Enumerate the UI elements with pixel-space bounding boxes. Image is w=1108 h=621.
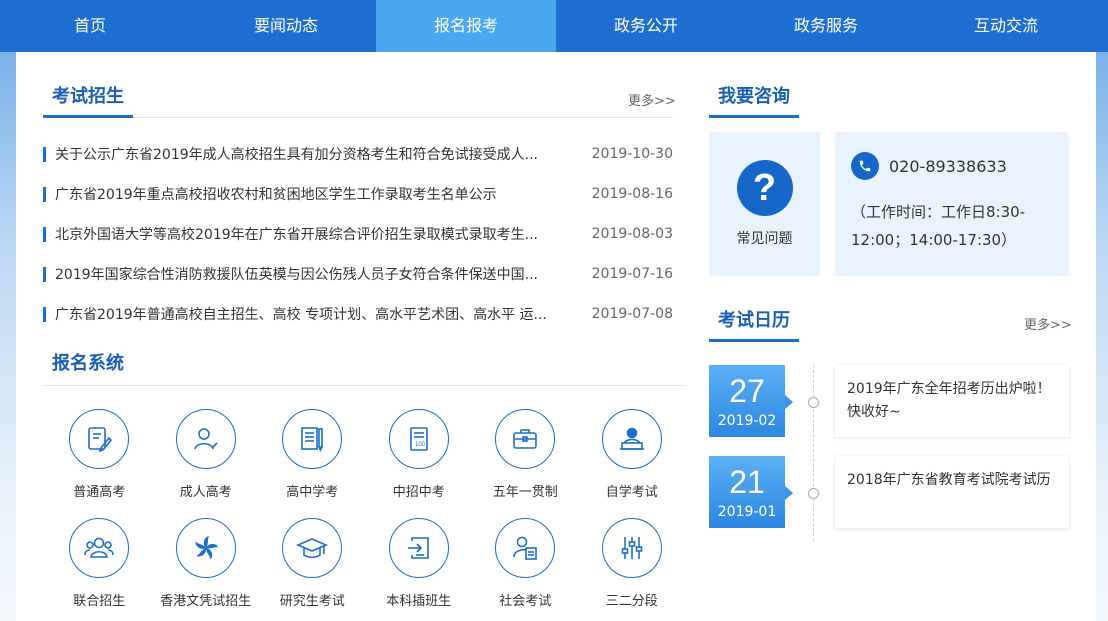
system-label: 本科插班生 bbox=[386, 594, 452, 609]
nav-news[interactable]: 要闻动态 bbox=[196, 0, 376, 52]
timeline-dot bbox=[808, 488, 819, 499]
svg-text:100: 100 bbox=[415, 442, 426, 448]
event-day: 21 bbox=[729, 464, 765, 500]
exam-recruit-divider bbox=[43, 117, 673, 118]
event-month: 2019-02 bbox=[717, 413, 777, 429]
news-title[interactable]: 广东省2019年重点高校招收农村和贫困地区学生工作录取考生名单公示 bbox=[55, 184, 555, 204]
document-pen-icon bbox=[69, 409, 130, 469]
nav-registration[interactable]: 报名报考 bbox=[376, 0, 556, 52]
calendar-title: 考试日历 bbox=[718, 310, 790, 331]
system-transfer-student[interactable]: 本科插班生 bbox=[366, 518, 473, 609]
group-icon bbox=[69, 518, 130, 578]
news-item[interactable]: 广东省2019年重点高校招收农村和贫困地区学生工作录取考生名单公示 2019-0… bbox=[43, 174, 673, 214]
sliders-icon bbox=[601, 518, 662, 578]
news-date: 2019-07-08 bbox=[591, 306, 673, 322]
user-pen-icon bbox=[175, 409, 236, 469]
top-nav: 首页 要闻动态 报名报考 政务公开 政务服务 互动交流 bbox=[0, 0, 1108, 52]
system-hkdse[interactable]: 香港文凭试招生 bbox=[153, 518, 260, 609]
news-bullet bbox=[43, 226, 46, 242]
registration-title: 报名系统 bbox=[52, 353, 124, 374]
news-title[interactable]: 北京外国语大学等高校2019年在广东省开展综合评价招生录取模式录取考生... bbox=[55, 224, 555, 244]
system-five-year[interactable]: 五年一贯制 bbox=[472, 409, 579, 500]
faq-label: 常见问题 bbox=[736, 231, 793, 247]
system-label: 研究生考试 bbox=[279, 594, 345, 609]
news-item[interactable]: 北京外国语大学等高校2019年在广东省开展综合评价招生录取模式录取考生... 2… bbox=[43, 214, 673, 254]
exam-recruit-title: 考试招生 bbox=[52, 86, 124, 107]
working-hours: （工作时间：工作日8:30-12:00；14:00-17:30） bbox=[851, 203, 1026, 249]
system-label: 联合招生 bbox=[73, 594, 126, 609]
news-bullet bbox=[43, 146, 46, 162]
system-self-study[interactable]: 自学考试 bbox=[579, 409, 686, 500]
graduation-cap-icon bbox=[282, 518, 343, 578]
phone-info: 020-89338633 （工作时间：工作日8:30-12:00；14:00-1… bbox=[835, 132, 1069, 276]
system-social-exam[interactable]: 社会考试 bbox=[472, 518, 579, 609]
system-label: 五年一贯制 bbox=[492, 485, 558, 500]
consult-title: 我要咨询 bbox=[718, 86, 790, 107]
system-label: 普通高考 bbox=[73, 485, 126, 500]
event-date: 27 2019-02 bbox=[709, 365, 793, 437]
news-date: 2019-08-03 bbox=[591, 226, 673, 242]
news-date: 2019-07-16 bbox=[591, 266, 673, 282]
calendar-accent bbox=[709, 339, 799, 342]
news-title[interactable]: 关于公示广东省2019年成人高校招生具有加分资格考生和符合免试接受成人... bbox=[55, 144, 555, 164]
phone-icon bbox=[851, 152, 879, 180]
briefcase-icon bbox=[495, 409, 556, 469]
notebook-icon bbox=[282, 409, 343, 469]
event-month: 2019-01 bbox=[717, 504, 777, 520]
calendar-more-link[interactable]: 更多>> bbox=[1024, 314, 1072, 333]
exam-recruit-accent bbox=[43, 115, 133, 118]
system-label: 社会考试 bbox=[499, 594, 552, 609]
news-title[interactable]: 2019年国家综合性消防救援队伍英模与因公伤残人员子女符合条件保送中国... bbox=[55, 264, 555, 284]
system-label: 高中学考 bbox=[286, 485, 339, 500]
bauhinia-icon bbox=[175, 518, 236, 578]
system-zhongkao[interactable]: 100 中招中考 bbox=[366, 409, 473, 500]
person-certificate-icon bbox=[495, 518, 556, 578]
phone-number[interactable]: 020-89338633 bbox=[889, 157, 1007, 176]
news-item[interactable]: 2019年国家综合性消防救援队伍英模与因公伤残人员子女符合条件保送中国... 2… bbox=[43, 254, 673, 294]
system-label: 香港文凭试招生 bbox=[160, 594, 252, 609]
system-three-two[interactable]: 三二分段 bbox=[579, 518, 686, 609]
event-text[interactable]: 2019年广东全年招考历出炉啦！快收好~ bbox=[835, 365, 1069, 437]
news-bullet bbox=[43, 306, 46, 322]
news-list: 关于公示广东省2019年成人高校招生具有加分资格考生和符合免试接受成人... 2… bbox=[43, 134, 673, 334]
news-title[interactable]: 广东省2019年普通高校自主招生、高校 专项计划、高水平艺术团、高水平 运... bbox=[55, 304, 555, 324]
system-label: 自学考试 bbox=[605, 485, 658, 500]
event-day: 27 bbox=[729, 373, 765, 409]
nav-gov-public[interactable]: 政务公开 bbox=[556, 0, 736, 52]
faq-button[interactable]: ? 常见问题 bbox=[709, 132, 820, 276]
system-label: 成人高考 bbox=[179, 485, 232, 500]
score-paper-icon: 100 bbox=[388, 409, 449, 469]
nav-home[interactable]: 首页 bbox=[0, 0, 196, 52]
system-label: 三二分段 bbox=[605, 594, 658, 609]
registration-grid: 普通高考 成人高考 高中学考 100 中招中考 五年一贯制 自学考试 联合招生 … bbox=[46, 409, 686, 609]
calendar-event[interactable]: 21 2019-01 2018年广东省教育考试院考试历 bbox=[709, 456, 1069, 532]
main-content: 考试招生 更多>> 关于公示广东省2019年成人高校招生具有加分资格考生和符合免… bbox=[16, 52, 1096, 621]
event-text[interactable]: 2018年广东省教育考试院考试历 bbox=[835, 456, 1069, 528]
news-bullet bbox=[43, 266, 46, 282]
event-date: 21 2019-01 bbox=[709, 456, 793, 528]
registration-divider bbox=[43, 385, 683, 386]
system-postgraduate[interactable]: 研究生考试 bbox=[259, 518, 366, 609]
exam-recruit-more-link[interactable]: 更多>> bbox=[628, 90, 676, 109]
system-label: 中招中考 bbox=[392, 485, 445, 500]
system-high-school-test[interactable]: 高中学考 bbox=[259, 409, 366, 500]
system-joint-recruit[interactable]: 联合招生 bbox=[46, 518, 153, 609]
system-adult-gaokao[interactable]: 成人高考 bbox=[153, 409, 260, 500]
nav-gov-service[interactable]: 政务服务 bbox=[736, 0, 916, 52]
person-laptop-icon bbox=[601, 409, 662, 469]
news-date: 2019-10-30 bbox=[591, 146, 673, 162]
news-item[interactable]: 广东省2019年普通高校自主招生、高校 专项计划、高水平艺术团、高水平 运...… bbox=[43, 294, 673, 334]
question-icon: ? bbox=[736, 160, 793, 216]
nav-interaction[interactable]: 互动交流 bbox=[916, 0, 1096, 52]
system-general-gaokao[interactable]: 普通高考 bbox=[46, 409, 153, 500]
news-item[interactable]: 关于公示广东省2019年成人高校招生具有加分资格考生和符合免试接受成人... 2… bbox=[43, 134, 673, 174]
news-date: 2019-08-16 bbox=[591, 186, 673, 202]
transfer-icon bbox=[388, 518, 449, 578]
calendar-event[interactable]: 27 2019-02 2019年广东全年招考历出炉啦！快收好~ bbox=[709, 365, 1069, 441]
consult-accent bbox=[709, 115, 799, 118]
news-bullet bbox=[43, 186, 46, 202]
timeline-dot bbox=[808, 397, 819, 408]
